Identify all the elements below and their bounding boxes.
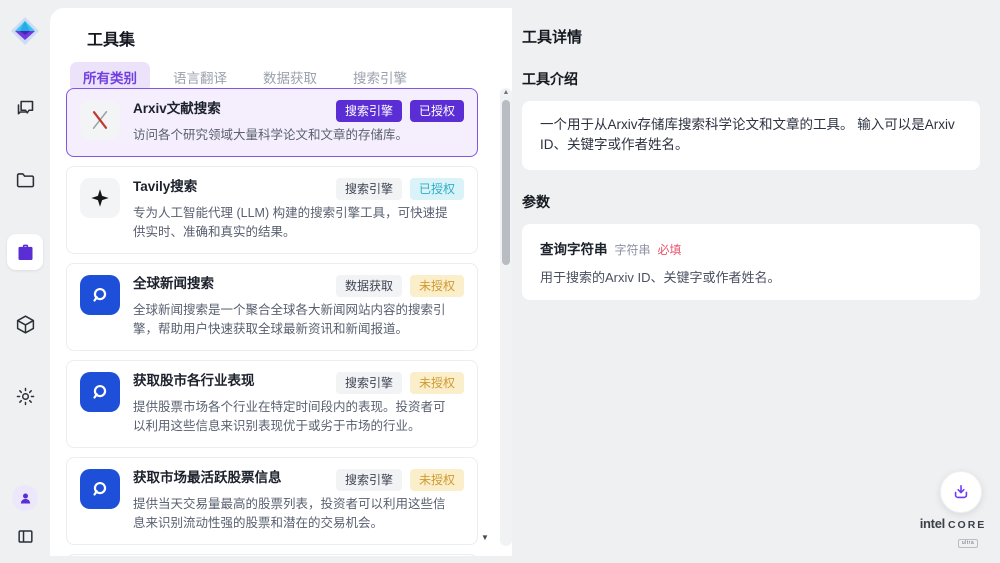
tool-name: 全球新闻搜索 [133, 275, 214, 293]
scroll-up-arrow-icon[interactable]: ▲ [500, 89, 512, 96]
tavily-star-icon [80, 178, 120, 218]
param-required-badge: 必填 [658, 241, 682, 258]
category-badge: 搜索引擎 [336, 372, 402, 394]
sidebar-item-tools[interactable] [7, 234, 43, 270]
tool-description: 全球新闻搜索是一个聚合全球各大新闻网站内容的搜索引擎，帮助用户快速获取全球最新资… [133, 301, 464, 339]
collapse-sidebar-button[interactable] [12, 523, 38, 549]
scroll-down-arrow-icon[interactable]: ▼ [481, 533, 489, 542]
cube-icon [15, 314, 36, 335]
tool-name: 获取股市各行业表现 [133, 372, 255, 390]
left-rail [0, 0, 50, 563]
tool-card-regional-news[interactable]: 万维地区新闻查询 搜索引擎 未授权 查询具体行政区划内的新闻，快速了解各地新闻动 [66, 554, 478, 556]
sidebar-item-packages[interactable] [7, 306, 43, 342]
tool-card-list: Arxiv文献搜索 搜索引擎 已授权 访问各个研究领域大量科学论文和文章的存储库… [66, 88, 478, 556]
tool-description: 提供股票市场各个行业在特定时间段内的表现。投资者可以利用这些信息来识别表现优于或… [133, 398, 464, 436]
tool-description: 专为人工智能代理 (LLM) 构建的搜索引擎工具，可快速提供实时、准确和真实的结… [133, 204, 464, 242]
intro-text: 一个用于从Arxiv存储库搜索科学论文和文章的工具。 输入可以是Arxiv ID… [540, 115, 962, 156]
param-description: 用于搜索的Arxiv ID、关键字或作者姓名。 [540, 267, 962, 286]
tool-name: 获取市场最活跃股票信息 [133, 469, 282, 487]
news-service-icon [80, 469, 120, 509]
tool-card-global-news[interactable]: 全球新闻搜索 数据获取 未授权 全球新闻搜索是一个聚合全球各大新闻网站内容的搜索… [66, 263, 478, 351]
chat-icon [15, 98, 36, 119]
intro-box: 一个用于从Arxiv存储库搜索科学论文和文章的工具。 输入可以是Arxiv ID… [522, 101, 980, 170]
tool-detail-panel: 工具详情 工具介绍 一个用于从Arxiv存储库搜索科学论文和文章的工具。 输入可… [512, 8, 1000, 556]
app-gem-logo-icon[interactable] [10, 16, 40, 46]
tool-card-most-active-stocks[interactable]: 获取市场最活跃股票信息 搜索引擎 未授权 提供当天交易量最高的股票列表，投资者可… [66, 457, 478, 545]
auth-status-badge: 已授权 [410, 100, 464, 122]
ultra-badge: ultra [958, 539, 978, 548]
category-badge: 搜索引擎 [336, 178, 402, 200]
tool-name: Tavily搜索 [133, 178, 197, 196]
intro-heading: 工具介绍 [522, 69, 980, 89]
param-name: 查询字符串 [540, 238, 608, 258]
gear-icon [15, 386, 36, 407]
list-scrollbar[interactable]: ▲ [500, 88, 512, 546]
tool-description: 提供当天交易量最高的股票列表，投资者可以利用这些信息来识别流动性强的股票和潜在的… [133, 495, 464, 533]
sidebar-item-chat[interactable] [7, 90, 43, 126]
detail-title: 工具详情 [522, 26, 980, 47]
download-icon [951, 482, 971, 502]
sidebar-item-settings[interactable] [7, 378, 43, 414]
news-service-icon [80, 372, 120, 412]
auth-status-badge: 未授权 [410, 275, 464, 297]
category-badge: 搜索引擎 [336, 469, 402, 491]
auth-status-badge: 已授权 [410, 178, 464, 200]
tool-description: 访问各个研究领域大量科学论文和文章的存储库。 [133, 126, 464, 145]
category-badge: 搜索引擎 [336, 100, 402, 122]
user-avatar-icon [18, 491, 33, 506]
auth-status-badge: 未授权 [410, 469, 464, 491]
panel-toggle-icon [16, 527, 35, 546]
sidebar-item-files[interactable] [7, 162, 43, 198]
tool-name: Arxiv文献搜索 [133, 100, 221, 118]
news-service-icon [80, 275, 120, 315]
param-box: 查询字符串 字符串 必填 用于搜索的Arxiv ID、关键字或作者姓名。 [522, 224, 980, 300]
download-button[interactable] [940, 471, 982, 513]
core-wordmark: CORE [948, 519, 986, 531]
category-badge: 数据获取 [336, 275, 402, 297]
intel-core-logo: intel CORE ultra [920, 516, 986, 549]
intel-wordmark: intel [920, 516, 945, 531]
tool-card-sector-performance[interactable]: 获取股市各行业表现 搜索引擎 未授权 提供股票市场各个行业在特定时间段内的表现。… [66, 360, 478, 448]
tool-card-tavily[interactable]: Tavily搜索 搜索引擎 已授权 专为人工智能代理 (LLM) 构建的搜索引擎… [66, 166, 478, 254]
params-heading: 参数 [522, 192, 980, 212]
tools-panel: 工具集 所有类别 语言翻译 数据获取 搜索引擎 Arxiv文献搜索 搜索引擎 已… [50, 8, 512, 556]
scrollbar-thumb[interactable] [502, 100, 510, 265]
arxiv-logo-icon [80, 100, 120, 140]
folder-icon [15, 170, 36, 191]
user-avatar[interactable] [12, 485, 38, 511]
toolbox-icon [15, 242, 36, 263]
tool-card-arxiv[interactable]: Arxiv文献搜索 搜索引擎 已授权 访问各个研究领域大量科学论文和文章的存储库… [66, 88, 478, 157]
auth-status-badge: 未授权 [410, 372, 464, 394]
param-type: 字符串 [615, 241, 651, 258]
page-title: 工具集 [87, 26, 135, 50]
